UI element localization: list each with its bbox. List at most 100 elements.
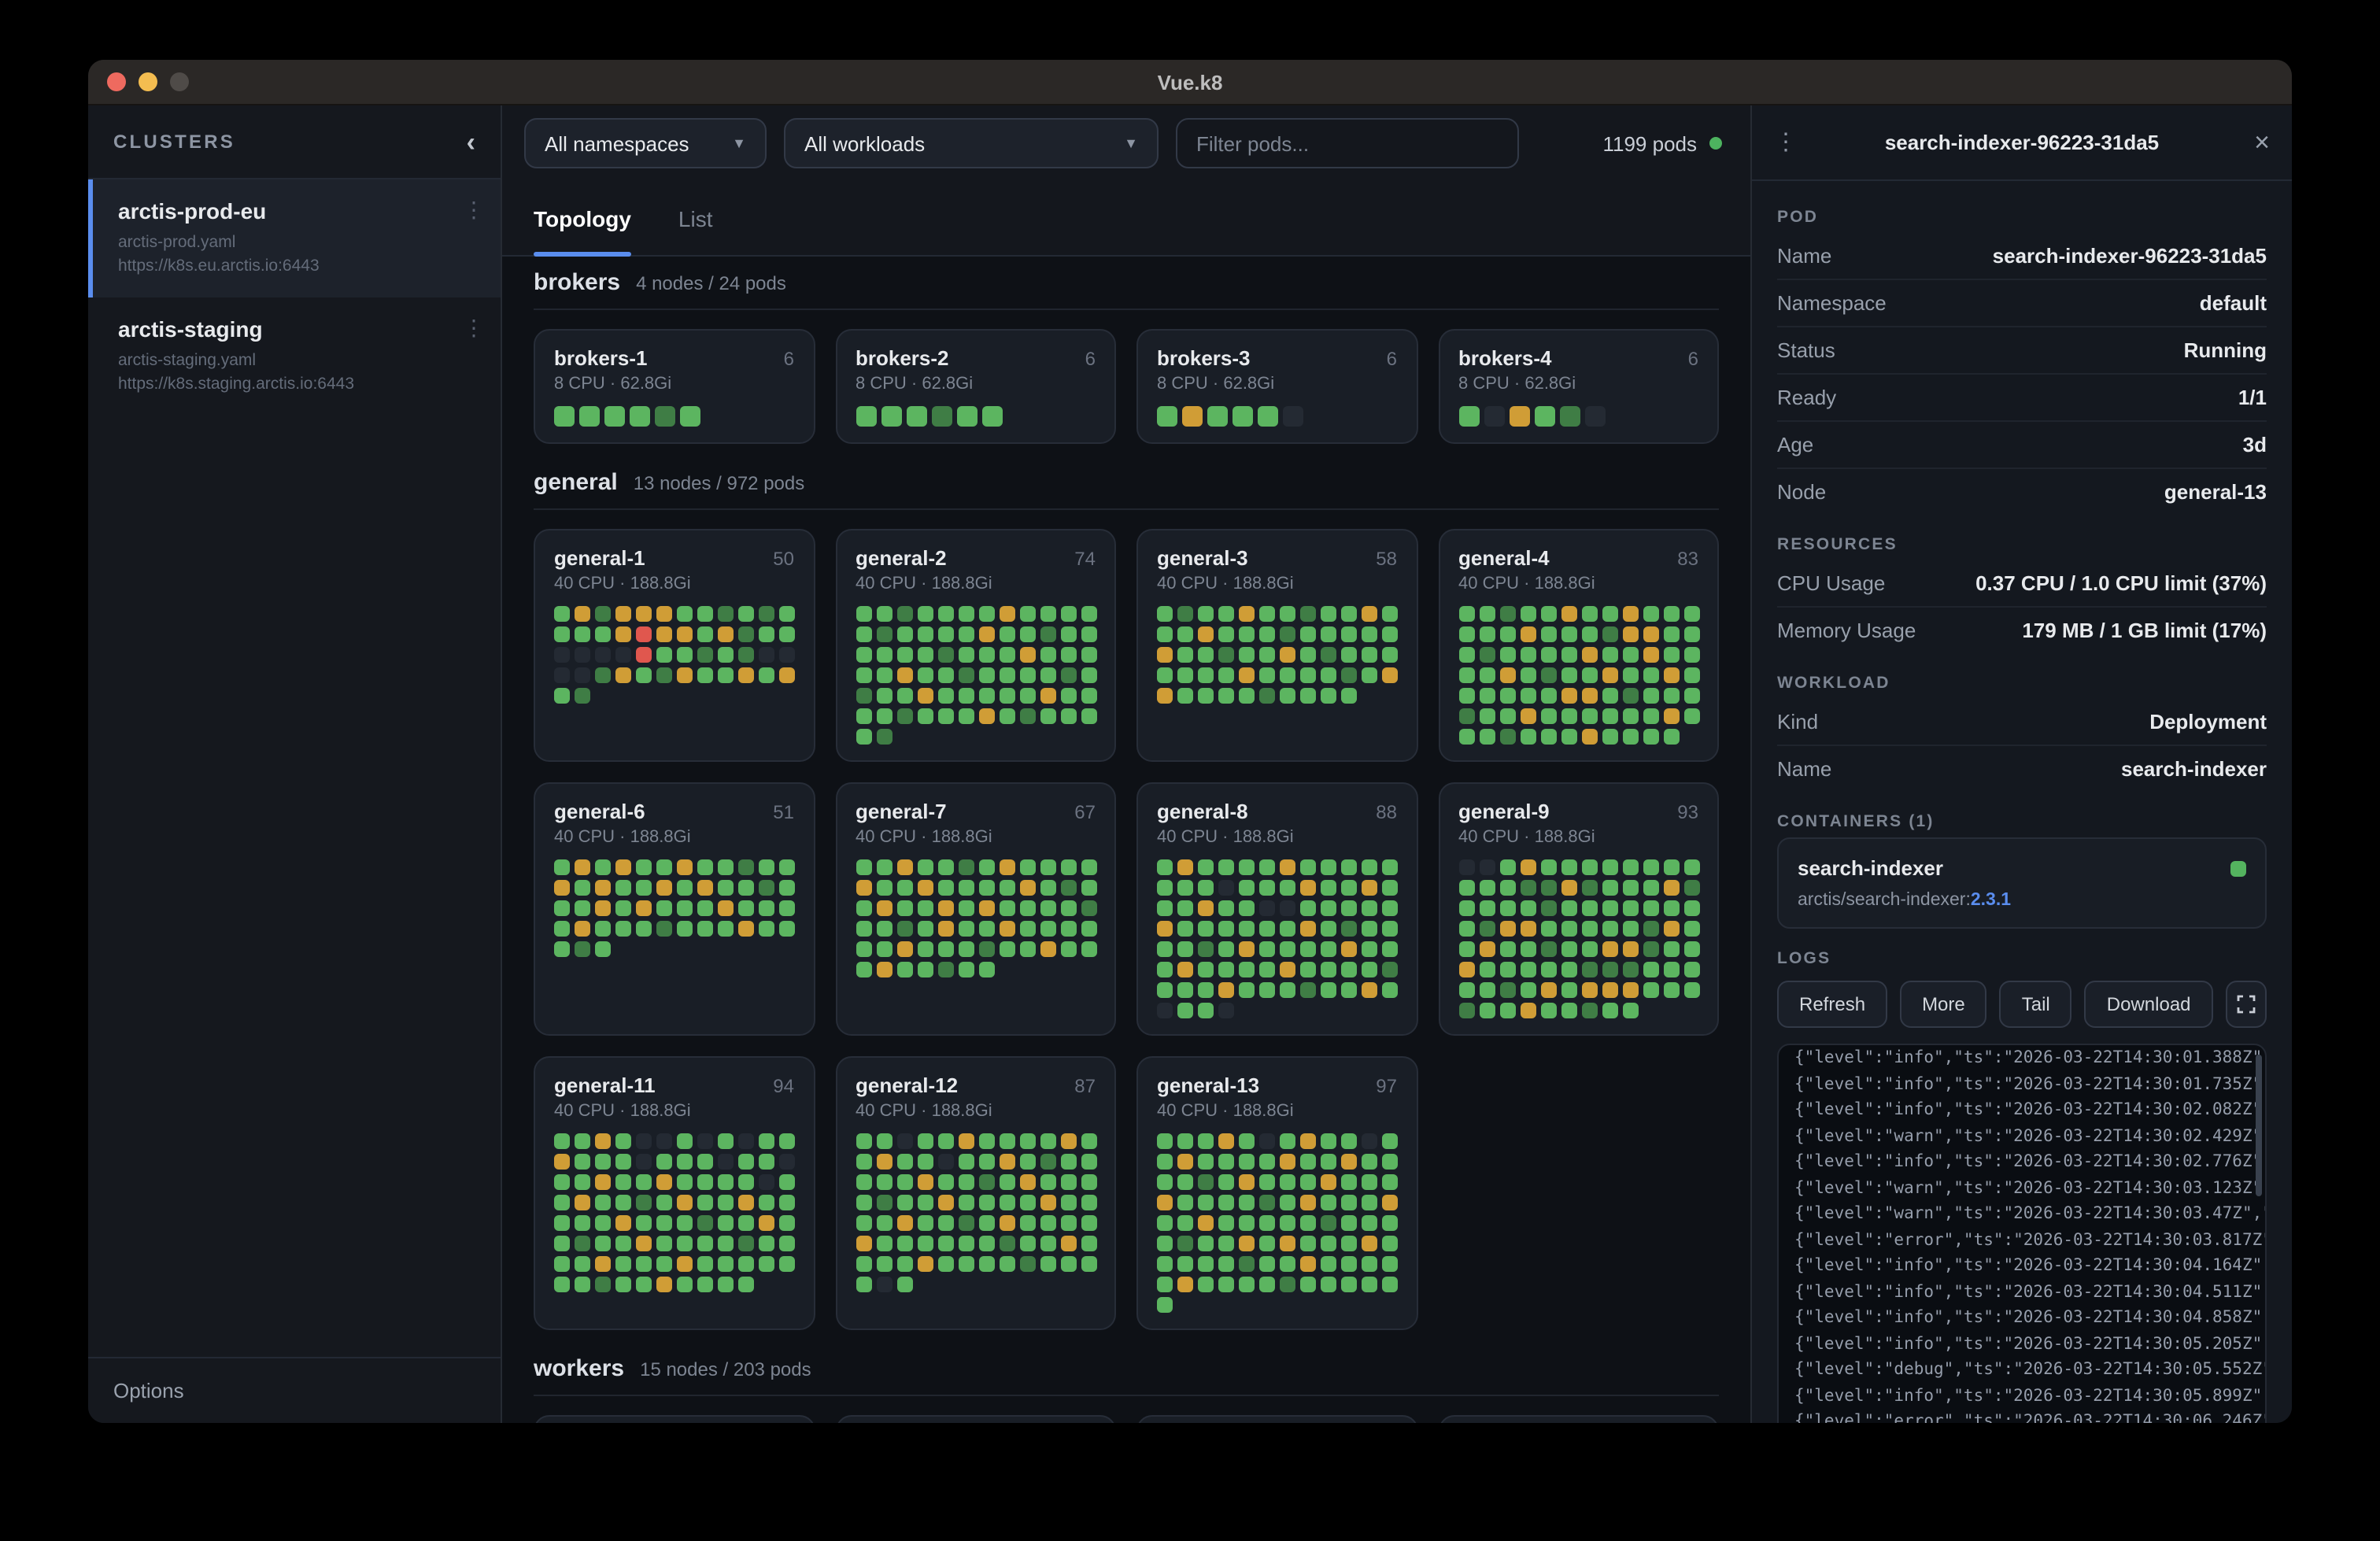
pod-square[interactable] — [876, 626, 892, 642]
pod-square[interactable] — [1157, 1174, 1173, 1190]
pod-square[interactable] — [595, 1174, 611, 1190]
pod-square[interactable] — [1280, 1277, 1295, 1292]
pod-square[interactable] — [999, 606, 1014, 622]
pod-square[interactable] — [917, 626, 933, 642]
pod-square[interactable] — [999, 1133, 1014, 1149]
pod-square[interactable] — [1060, 1154, 1076, 1170]
pod-square[interactable] — [958, 941, 974, 957]
pod-square[interactable] — [656, 1256, 672, 1272]
pod-square[interactable] — [1081, 1133, 1096, 1149]
pod-square[interactable] — [958, 962, 974, 977]
cluster-menu-icon[interactable]: ⋮ — [463, 316, 485, 338]
pod-square[interactable] — [958, 1256, 974, 1272]
pod-square[interactable] — [1157, 1003, 1173, 1018]
pod-square[interactable] — [1581, 729, 1597, 745]
pod-square[interactable] — [1218, 688, 1234, 704]
pod-square[interactable] — [615, 859, 631, 875]
pod-square[interactable] — [1382, 880, 1398, 896]
pod-square[interactable] — [937, 708, 953, 724]
pod-square[interactable] — [1177, 859, 1193, 875]
pod-square[interactable] — [1602, 647, 1617, 663]
cluster-menu-icon[interactable]: ⋮ — [463, 198, 485, 220]
pod-square[interactable] — [759, 900, 774, 916]
pod-square[interactable] — [1458, 900, 1474, 916]
pod-square[interactable] — [1198, 880, 1214, 896]
pod-square[interactable] — [1362, 859, 1377, 875]
pod-square[interactable] — [697, 1154, 713, 1170]
pod-square[interactable] — [1540, 1003, 1556, 1018]
pod-square[interactable] — [856, 1154, 871, 1170]
pod-square[interactable] — [937, 667, 953, 683]
pod-square[interactable] — [1602, 880, 1617, 896]
pod-square[interactable] — [896, 900, 912, 916]
pod-square[interactable] — [1581, 880, 1597, 896]
pod-square[interactable] — [595, 1236, 611, 1251]
pod-square[interactable] — [1177, 1277, 1193, 1292]
pod-square[interactable] — [1602, 962, 1617, 977]
pod-square[interactable] — [1321, 859, 1336, 875]
pod-square[interactable] — [1602, 921, 1617, 937]
pod-square[interactable] — [1479, 688, 1495, 704]
pod-square[interactable] — [1157, 1133, 1173, 1149]
pod-square[interactable] — [738, 1154, 754, 1170]
pod-square[interactable] — [876, 941, 892, 957]
pod-square[interactable] — [1040, 647, 1055, 663]
pod-square[interactable] — [937, 921, 953, 937]
pod-square[interactable] — [1382, 647, 1398, 663]
pod-square[interactable] — [1479, 962, 1495, 977]
pod-square[interactable] — [1300, 1174, 1316, 1190]
pod-square[interactable] — [1157, 1215, 1173, 1231]
pod-square[interactable] — [1081, 606, 1096, 622]
pod-square[interactable] — [636, 667, 652, 683]
pod-square[interactable] — [1520, 921, 1536, 937]
pod-square[interactable] — [718, 626, 734, 642]
pod-square[interactable] — [1280, 667, 1295, 683]
pod-square[interactable] — [896, 1133, 912, 1149]
pod-square[interactable] — [1499, 606, 1515, 622]
pod-square[interactable] — [1280, 647, 1295, 663]
pod-square[interactable] — [1499, 647, 1515, 663]
pod-square[interactable] — [876, 962, 892, 977]
pod-square[interactable] — [1300, 688, 1316, 704]
pod-square[interactable] — [1540, 982, 1556, 998]
pod-square[interactable] — [917, 606, 933, 622]
pod-square[interactable] — [1458, 941, 1474, 957]
pod-square[interactable] — [1362, 1236, 1377, 1251]
pod-square[interactable] — [1561, 667, 1576, 683]
pod-square[interactable] — [1683, 626, 1699, 642]
pod-square[interactable] — [1019, 688, 1035, 704]
pod-square[interactable] — [1622, 921, 1638, 937]
pod-square[interactable] — [1300, 941, 1316, 957]
pod-square[interactable] — [738, 1277, 754, 1292]
pod-square[interactable] — [1081, 900, 1096, 916]
pod-square[interactable] — [1239, 880, 1255, 896]
pod-square[interactable] — [1040, 921, 1055, 937]
pod-square[interactable] — [1663, 921, 1679, 937]
pod-square[interactable] — [1458, 859, 1474, 875]
pod-square[interactable] — [1239, 1256, 1255, 1272]
pod-square[interactable] — [1177, 1154, 1193, 1170]
pod-square[interactable] — [697, 1256, 713, 1272]
pod-square[interactable] — [876, 647, 892, 663]
pod-square[interactable] — [1602, 900, 1617, 916]
pod-square[interactable] — [1479, 921, 1495, 937]
pod-square[interactable] — [656, 1154, 672, 1170]
pod-square[interactable] — [1198, 626, 1214, 642]
pod-square[interactable] — [1540, 606, 1556, 622]
pod-square[interactable] — [1362, 880, 1377, 896]
pod-square[interactable] — [1321, 921, 1336, 937]
pod-square[interactable] — [1520, 962, 1536, 977]
pod-square[interactable] — [1584, 406, 1605, 427]
pod-square[interactable] — [1321, 982, 1336, 998]
pod-square[interactable] — [1362, 1256, 1377, 1272]
pod-square[interactable] — [1499, 982, 1515, 998]
pod-square[interactable] — [1581, 606, 1597, 622]
pod-square[interactable] — [1157, 606, 1173, 622]
pod-square[interactable] — [1218, 647, 1234, 663]
pod-square[interactable] — [1341, 606, 1357, 622]
pod-square[interactable] — [1321, 688, 1336, 704]
pod-square[interactable] — [1081, 880, 1096, 896]
pod-square[interactable] — [896, 1195, 912, 1210]
pod-square[interactable] — [1321, 667, 1336, 683]
pod-square[interactable] — [1300, 962, 1316, 977]
